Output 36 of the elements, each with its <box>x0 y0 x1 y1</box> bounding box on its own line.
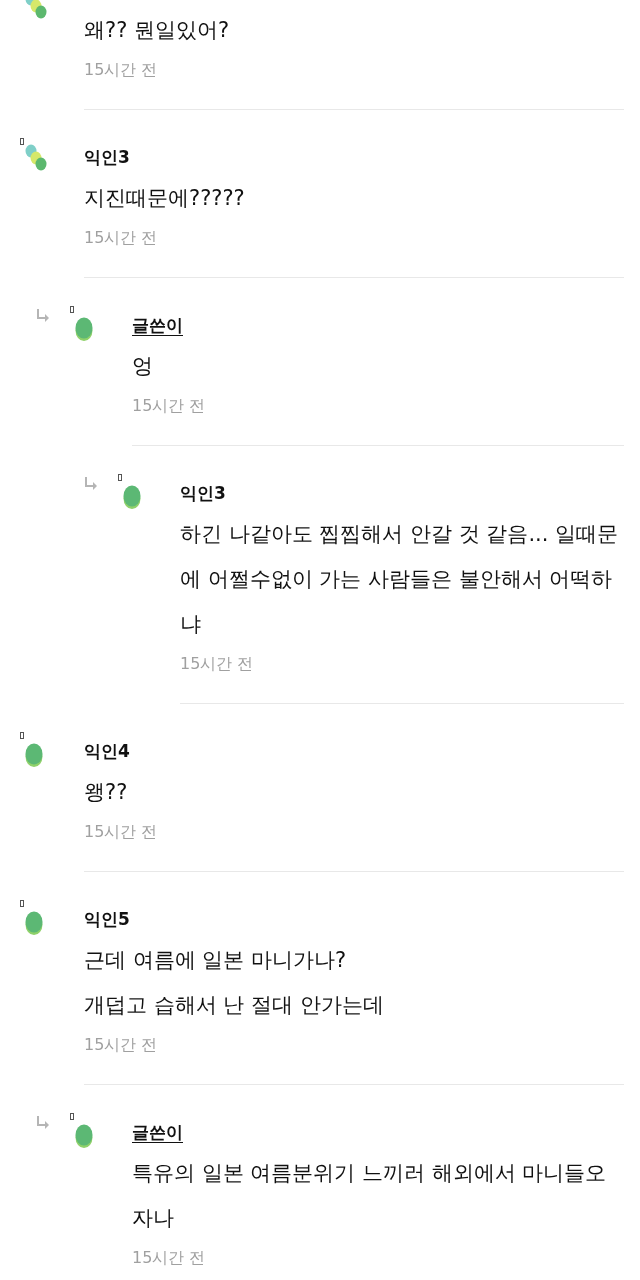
broken-image-icon <box>118 474 122 481</box>
comment-text: 엉 <box>132 353 154 380</box>
author-name: 글쓴이 <box>132 314 184 336</box>
avatar-icon <box>24 742 44 768</box>
broken-image-icon <box>70 1113 74 1120</box>
comment-text: 지진때문에????? <box>84 185 246 212</box>
avatar-icon <box>122 484 142 510</box>
timestamp: 15시간 전 <box>132 1247 207 1269</box>
timestamp: 15시간 전 <box>84 227 159 249</box>
reply-arrow-icon <box>84 476 98 490</box>
broken-image-icon <box>20 900 24 907</box>
timestamp: 15시간 전 <box>132 395 207 417</box>
author-name: 익인3 <box>84 146 131 168</box>
comment-text: 근데 여름에 일본 마니가나? 개덥고 습해서 난 절대 안가는데 <box>84 947 385 1019</box>
timestamp: 15시간 전 <box>84 59 159 81</box>
timestamp: 15시간 전 <box>180 653 255 675</box>
author-name: 익인3 <box>180 482 227 504</box>
broken-image-icon <box>20 732 24 739</box>
comment-text: 왱?? <box>84 779 129 806</box>
reply-arrow-icon <box>36 308 50 322</box>
avatar-icon <box>74 1123 94 1149</box>
avatar-icon <box>24 910 44 936</box>
comment-text: 하긴 나같아도 찝찝해서 안갈 것 같음... 일때문에 어쩔수없이 가는 사람들은 불안해서 어떡하냐 <box>180 521 620 638</box>
reply-arrow-icon <box>36 1115 50 1129</box>
broken-image-icon <box>70 306 74 313</box>
timestamp: 15시간 전 <box>84 821 159 843</box>
author-name: 익인5 <box>84 908 131 930</box>
broken-image-icon <box>20 138 24 145</box>
author-name: 익인4 <box>84 740 131 762</box>
avatar-icon <box>24 0 48 20</box>
timestamp: 15시간 전 <box>84 1034 159 1056</box>
comment-text: 왜?? 뭔일있어? <box>84 17 231 44</box>
author-name: 글쓴이 <box>132 1121 184 1143</box>
avatar-icon <box>74 316 94 342</box>
comment-text: 특유의 일본 여름분위기 느끼러 해외에서 마니들오자나 <box>132 1160 608 1232</box>
avatar-icon <box>24 144 48 172</box>
